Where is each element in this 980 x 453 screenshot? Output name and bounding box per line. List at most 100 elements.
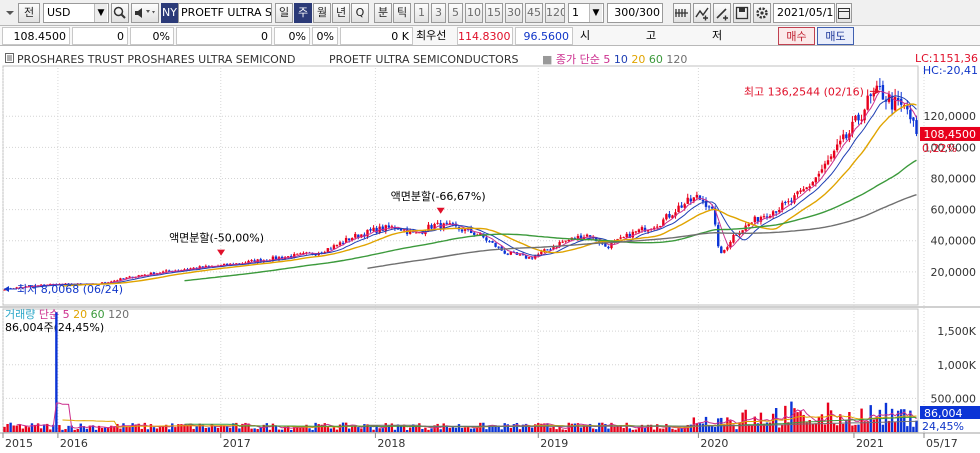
prefix-label[interactable]: 전: [18, 3, 40, 23]
minute-30[interactable]: 30: [505, 3, 523, 23]
last-pct-label: 0,22%: [922, 142, 957, 155]
quote-bar: 108.4500 0 0% 0 0% 0% 0 K 최우선 114.8300 9…: [0, 26, 980, 46]
candle-body: [701, 199, 705, 202]
volume-bar: [591, 428, 595, 432]
minute-120[interactable]: 120: [545, 3, 565, 23]
volume-bar: [3, 426, 6, 432]
period-year[interactable]: 년: [332, 3, 350, 23]
minute-10[interactable]: 10: [465, 3, 483, 23]
volume-bar: [198, 423, 201, 432]
volume-bar: [119, 428, 122, 432]
price-tick-label: 40,0000: [931, 235, 977, 248]
candle-body: [845, 134, 848, 139]
save-icon[interactable]: [733, 3, 751, 23]
candle-body: [817, 173, 821, 177]
period-day[interactable]: 일: [275, 3, 293, 23]
volume-bar: [58, 425, 61, 432]
candle-body: [372, 227, 375, 232]
candle-body: [814, 177, 818, 183]
step-select[interactable]: 1 ▼: [568, 3, 604, 23]
minute-1[interactable]: 1: [414, 3, 429, 23]
period-week[interactable]: 주: [294, 3, 312, 23]
volume-bar: [671, 428, 674, 432]
volume-bar: [817, 416, 821, 432]
volume-legend-item: 120: [105, 308, 130, 321]
volume-bar: [21, 428, 25, 432]
candle-body: [338, 242, 342, 246]
buy-button[interactable]: 매수: [778, 27, 815, 45]
period-quarter[interactable]: Q: [351, 3, 369, 23]
volume-bar: [854, 424, 857, 432]
sell-button[interactable]: 매도: [817, 27, 854, 45]
volume-bar: [369, 426, 372, 432]
volume-bar: [61, 429, 64, 432]
candle-body: [802, 189, 805, 192]
candle-body: [509, 252, 513, 255]
candle-body: [796, 191, 799, 195]
price-chart[interactable]: 20,000040,000060,000080,0000100,0000120,…: [0, 46, 980, 453]
volume-bar: [530, 427, 534, 432]
volume-bar: [665, 423, 668, 432]
candle-body: [369, 229, 372, 231]
currency-select[interactable]: USD ▼: [43, 3, 109, 23]
candle-body: [503, 250, 506, 254]
period-minute[interactable]: 분: [374, 3, 392, 23]
search-icon[interactable]: [111, 3, 129, 23]
volume-bar: [857, 424, 860, 432]
gear-icon[interactable]: [753, 3, 771, 23]
volume-bar: [509, 427, 513, 432]
indicator-icon[interactable]: [693, 3, 711, 23]
volume-bar: [778, 427, 781, 432]
toolbar: 전 USD ▼ NY PROETF ULTRA SE 일 주 월 년 Q 분 틱…: [0, 0, 980, 26]
volume-bar: [570, 423, 574, 432]
candle-body: [665, 214, 668, 220]
volume-bar: [155, 428, 159, 432]
crosshair-icon[interactable]: [673, 3, 691, 23]
candle-body: [832, 150, 836, 158]
date-input[interactable]: 2021/05/17: [773, 3, 835, 23]
volume-bar: [906, 426, 909, 432]
volume-bar: [381, 428, 384, 432]
calendar-icon[interactable]: [836, 3, 852, 23]
price-tick-label: 20,0000: [931, 266, 977, 279]
volume-bar: [738, 422, 741, 432]
volume-bar: [149, 424, 153, 432]
period-tick[interactable]: 틱: [393, 3, 411, 23]
minute-45[interactable]: 45: [525, 3, 543, 23]
minute-5[interactable]: 5: [448, 3, 463, 23]
volume-note: 86,004주(24,45%): [5, 321, 104, 334]
candle-body: [607, 246, 610, 249]
volume-bar: [329, 428, 333, 432]
volume-bar: [277, 429, 281, 432]
candle-body: [668, 213, 671, 218]
volume-bar: [308, 428, 311, 432]
minute-3[interactable]: 3: [431, 3, 446, 23]
symbol-input[interactable]: PROETF ULTRA SE: [178, 3, 272, 23]
volume-tick-label: 1,000K: [937, 359, 976, 372]
volume-bar: [174, 427, 177, 432]
candle-body: [823, 163, 827, 169]
candle-body: [717, 225, 720, 247]
candle-body: [415, 232, 418, 234]
volume-bar: [799, 411, 802, 432]
volume-bar: [85, 428, 89, 432]
chevron-down-icon: ▼: [94, 4, 107, 22]
candle-body: [756, 217, 760, 222]
candle-body: [430, 225, 433, 229]
volume-bar: [848, 412, 851, 432]
drawing-tool-icon[interactable]: [713, 3, 731, 23]
period-month[interactable]: 월: [313, 3, 331, 23]
price-change: 0: [72, 27, 128, 45]
candle-body: [878, 85, 882, 87]
count-field[interactable]: 300/300: [607, 3, 663, 23]
candle-body: [640, 227, 644, 231]
candle-body: [732, 234, 735, 243]
speaker-icon[interactable]: [131, 3, 159, 23]
volume-bar: [713, 427, 717, 432]
x-tick-label: 2019: [540, 437, 568, 450]
candle-body: [726, 247, 729, 250]
dropdown-arrow-icon[interactable]: [3, 3, 17, 23]
candle-body: [485, 237, 488, 241]
minute-15[interactable]: 15: [485, 3, 503, 23]
candle-body: [561, 241, 564, 243]
